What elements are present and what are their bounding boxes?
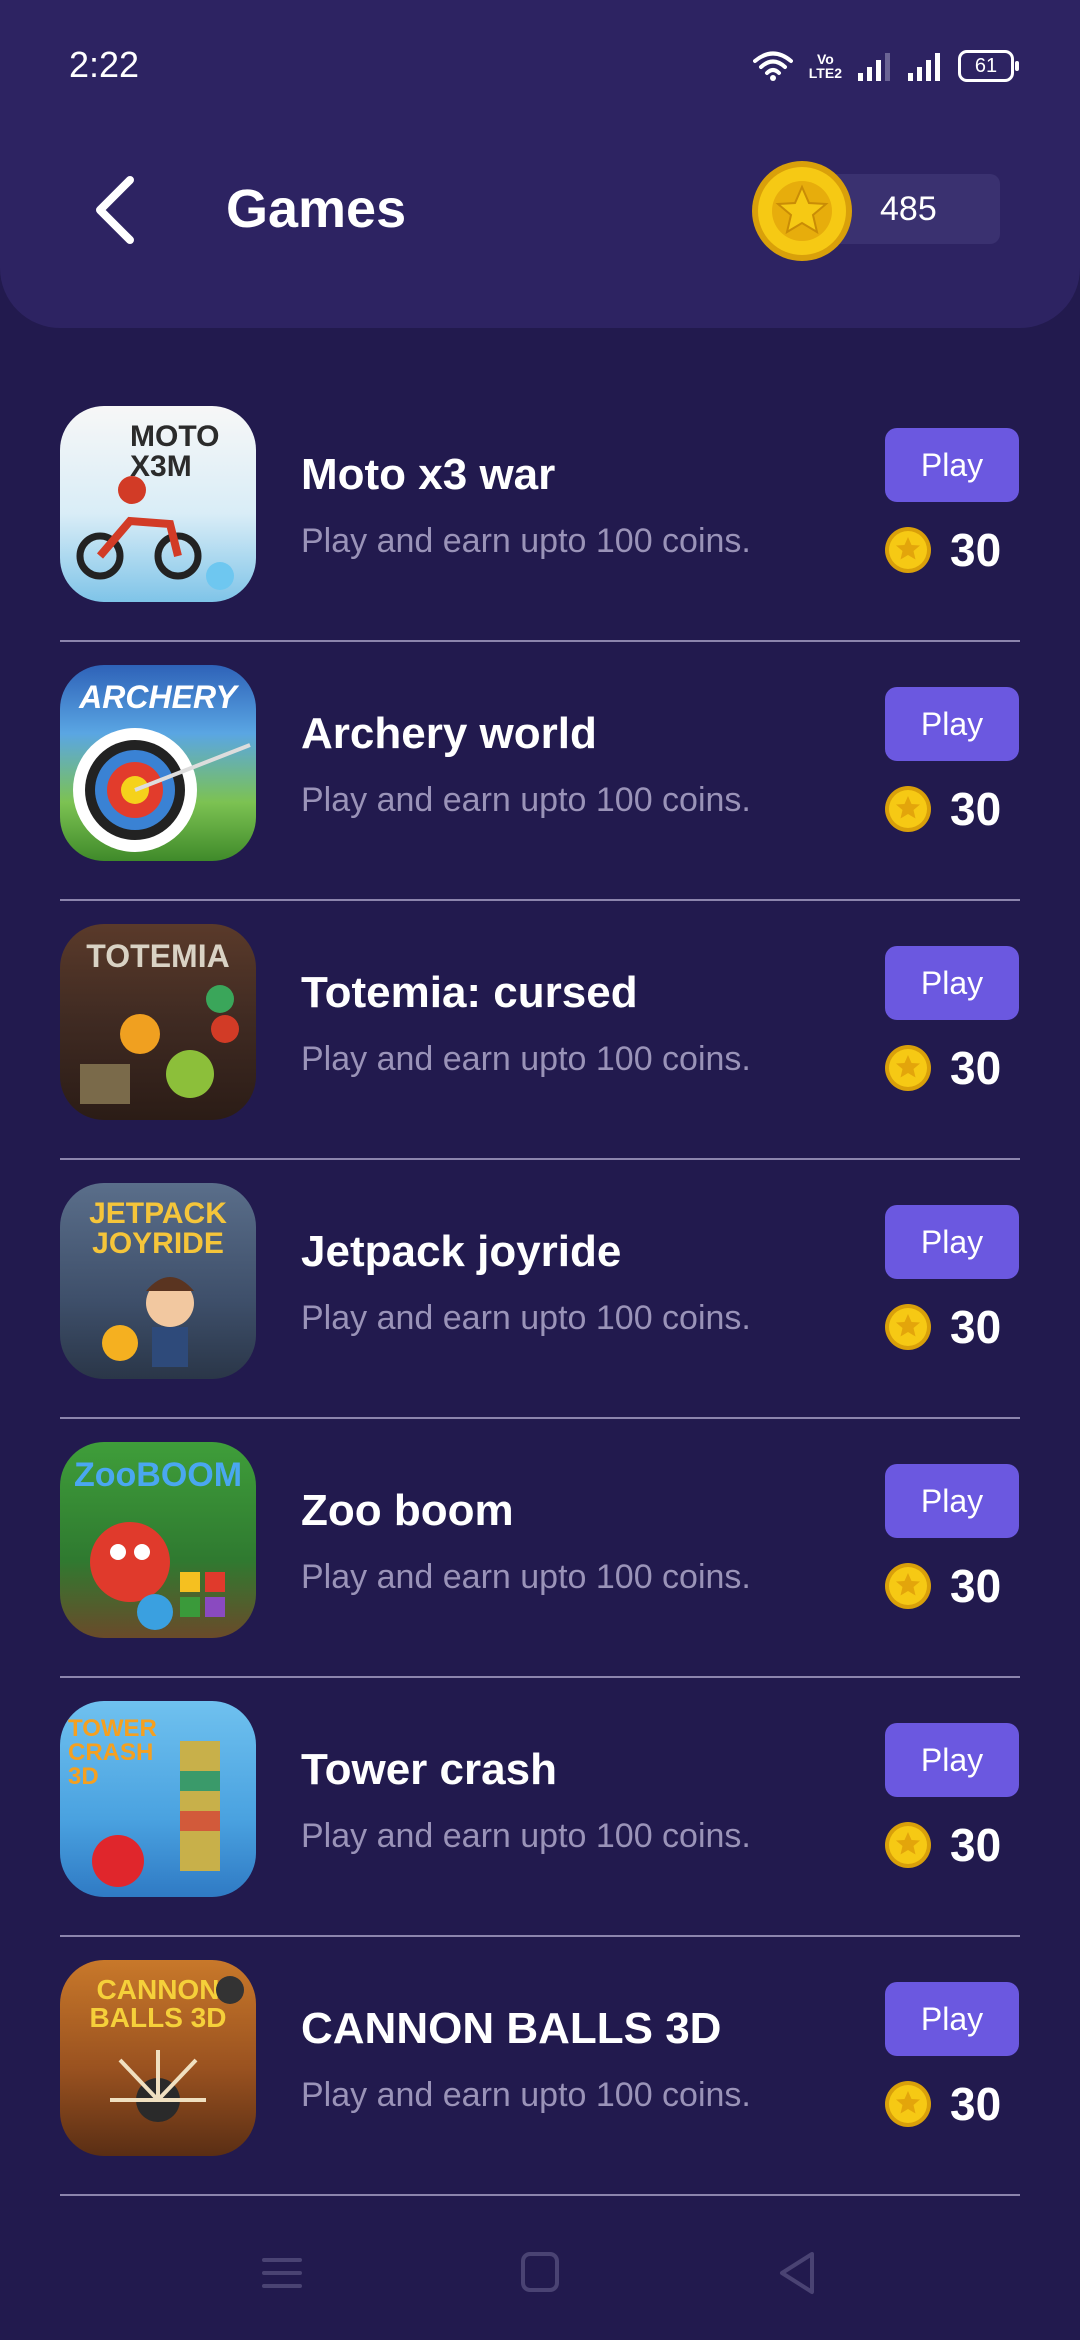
game-description: Play and earn upto 100 coins. (301, 1558, 751, 1596)
game-description: Play and earn upto 100 coins. (301, 781, 751, 819)
game-row: ARCHERY Archery world Play and earn upto… (60, 643, 1020, 901)
game-thumbnail[interactable]: CANNON BALLS 3D (60, 1960, 256, 2156)
menu-icon (262, 2258, 302, 2288)
home-square-icon (521, 2252, 559, 2292)
status-time: 2:22 (69, 44, 140, 85)
coin-star-icon (885, 1822, 931, 1868)
reward: 30 (884, 1299, 1001, 1355)
game-description: Play and earn upto 100 coins. (301, 2076, 751, 2114)
coin-star-icon (885, 1304, 931, 1350)
game-row: JETPACK JOYRIDE Jetpack joyride Play and… (60, 1161, 1020, 1419)
game-name: Jetpack joyride (301, 1227, 622, 1276)
reward: 30 (884, 522, 1001, 578)
signal-icon-sim2 (908, 53, 940, 81)
game-thumbnail[interactable]: MOTO X3M (60, 406, 256, 602)
game-thumbnail[interactable]: JETPACK JOYRIDE (60, 1183, 256, 1379)
game-list: MOTO X3M Moto x3 war Play and earn upto … (60, 384, 1020, 2197)
zoo-animals-icon (90, 1522, 225, 1630)
nav-back-button[interactable] (768, 2248, 828, 2298)
reward-amount: 30 (950, 1042, 1002, 1094)
coin-balance-amount: 485 (880, 190, 937, 228)
reward: 30 (884, 1817, 1001, 1873)
cannon-ball-icon (110, 1976, 244, 2122)
status-icons: Vo LTE2 61 (752, 44, 1019, 88)
totem-balls-icon (80, 985, 239, 1104)
system-nav-bar (0, 2230, 1080, 2320)
volte-icon: Vo LTE2 (809, 52, 842, 80)
signal-icon-sim1 (858, 53, 890, 81)
reward-amount: 30 (950, 1819, 1002, 1871)
game-thumbnail[interactable]: ARCHERY (60, 665, 256, 861)
game-row: CANNON BALLS 3D CANNON BALLS 3D Play and… (60, 1938, 1020, 2196)
game-name: Zoo boom (301, 1486, 514, 1535)
archery-target-icon (73, 728, 251, 852)
coin-star-icon (885, 1563, 931, 1609)
back-triangle-icon (780, 2252, 814, 2294)
reward: 30 (884, 781, 1001, 837)
reward-amount: 30 (950, 2078, 1002, 2130)
coin-star-icon (885, 1045, 931, 1091)
game-description: Play and earn upto 100 coins. (301, 1817, 751, 1855)
nav-menu-button[interactable] (252, 2248, 312, 2298)
reward-amount: 30 (950, 783, 1002, 835)
play-button[interactable]: Play (885, 1723, 1019, 1797)
jetpack-character-icon (102, 1277, 194, 1367)
coin-star-icon (885, 527, 931, 573)
game-thumbnail[interactable]: ZooBOOM (60, 1442, 256, 1638)
play-button[interactable]: Play (885, 1464, 1019, 1538)
game-row: ZooBOOM Zoo boom Play and earn upto 100 … (60, 1420, 1020, 1678)
reward-amount: 30 (950, 1301, 1002, 1353)
reward-amount: 30 (950, 524, 1002, 576)
game-description: Play and earn upto 100 coins. (301, 522, 751, 560)
motorbike-icon (76, 476, 234, 590)
game-name: Totemia: cursed (301, 968, 638, 1017)
game-description: Play and earn upto 100 coins. (301, 1040, 751, 1078)
game-row: MOTO X3M Moto x3 war Play and earn upto … (60, 384, 1020, 642)
play-button[interactable]: Play (885, 687, 1019, 761)
tower-ball-icon (92, 1741, 220, 1887)
app-header: 2:22 Vo LTE2 61 Games 485 (0, 0, 1080, 328)
game-name: Archery world (301, 709, 597, 758)
back-button[interactable] (88, 170, 148, 250)
volte-label-top: Vo (816, 51, 834, 67)
game-row: TOWER CRASH 3D Tower crash Play and earn… (60, 1679, 1020, 1937)
game-thumbnail[interactable]: TOWER CRASH 3D (60, 1701, 256, 1897)
coin-star-icon (752, 161, 852, 261)
play-button[interactable]: Play (885, 428, 1019, 502)
wifi-icon (752, 51, 793, 81)
battery-icon: 61 (958, 50, 1019, 82)
game-thumbnail[interactable]: TOTEMIA (60, 924, 256, 1120)
volte-label-bottom: LTE2 (808, 65, 842, 81)
reward: 30 (884, 1040, 1001, 1096)
game-name: Moto x3 war (301, 450, 556, 499)
coin-star-icon (885, 786, 931, 832)
reward-amount: 30 (950, 1560, 1002, 1612)
reward: 30 (884, 2076, 1001, 2132)
game-row: TOTEMIA Totemia: cursed Play and earn up… (60, 902, 1020, 1160)
coin-star-icon (885, 2081, 931, 2127)
game-name: Tower crash (301, 1745, 557, 1794)
play-button[interactable]: Play (885, 946, 1019, 1020)
chevron-left-icon (96, 176, 134, 244)
coin-balance: 485 (750, 160, 1000, 262)
play-button[interactable]: Play (885, 1205, 1019, 1279)
game-name: CANNON BALLS 3D (301, 2004, 722, 2053)
play-button[interactable]: Play (885, 1982, 1019, 2056)
page-title: Games (226, 179, 407, 239)
reward: 30 (884, 1558, 1001, 1614)
game-description: Play and earn upto 100 coins. (301, 1299, 751, 1337)
nav-home-button[interactable] (510, 2248, 570, 2298)
